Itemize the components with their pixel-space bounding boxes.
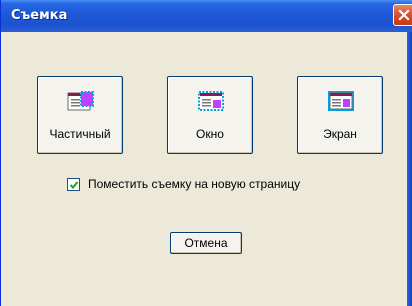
window-capture-label: Окно <box>196 127 224 141</box>
new-page-label: Поместить съемку на новую страницу <box>88 177 301 191</box>
window-capture-button[interactable]: Окно <box>167 76 253 154</box>
partial-capture-label: Частичный <box>49 127 111 141</box>
capture-dialog: Съемка Частичный Окно Экран Поместить съ… <box>0 0 412 306</box>
checkmark-icon <box>69 181 79 189</box>
close-icon <box>398 9 410 21</box>
window-capture-icon <box>198 91 224 111</box>
partial-capture-button[interactable]: Частичный <box>37 76 123 154</box>
screen-capture-icon <box>328 91 354 111</box>
close-button[interactable] <box>393 4 412 26</box>
screen-capture-label: Экран <box>323 127 357 141</box>
screen-capture-button[interactable]: Экран <box>297 76 383 154</box>
partial-capture-icon <box>67 91 94 111</box>
title-bar[interactable]: Съемка <box>1 0 412 32</box>
window-title: Съемка <box>11 8 68 23</box>
cancel-button[interactable]: Отмена <box>170 232 242 254</box>
new-page-checkbox[interactable] <box>67 178 80 191</box>
window-frame-right <box>407 32 412 306</box>
